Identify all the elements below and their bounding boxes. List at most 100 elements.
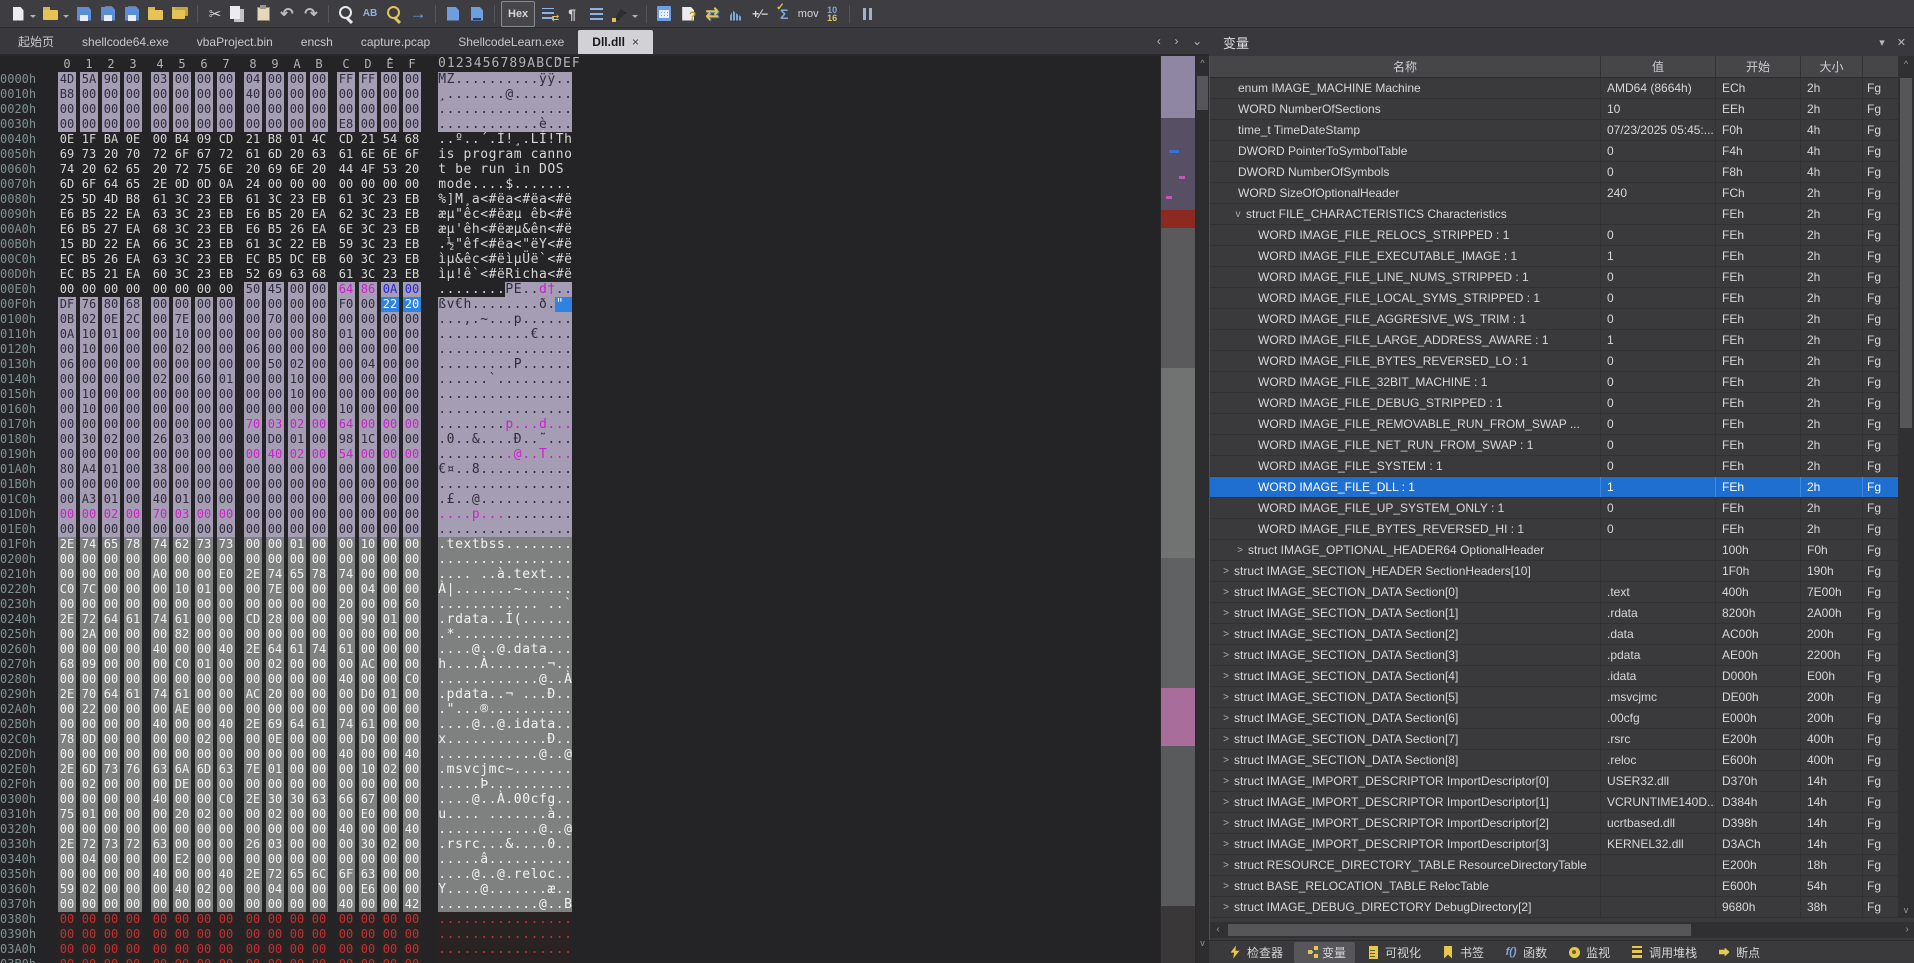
hex-byte[interactable]: A4 — [80, 462, 98, 477]
ascii-char[interactable]: . — [472, 582, 480, 597]
hex-byte[interactable]: 2E — [58, 537, 76, 552]
hex-byte[interactable]: 7C — [80, 582, 98, 597]
hex-byte[interactable]: 00 — [124, 432, 142, 447]
hex-byte[interactable]: 3C — [359, 222, 377, 237]
hex-byte[interactable]: 00 — [102, 927, 120, 942]
ascii-column[interactable]: ........PE..d†.. — [438, 282, 572, 297]
ascii-char[interactable]: . — [514, 87, 522, 102]
hex-byte[interactable]: 00 — [173, 567, 191, 582]
ascii-char[interactable]: . — [530, 402, 538, 417]
ascii-char[interactable]: . — [539, 807, 547, 822]
hex-byte[interactable]: 00 — [288, 837, 306, 852]
hex-byte[interactable]: 00 — [310, 387, 328, 402]
hex-byte[interactable]: 40 — [217, 867, 235, 882]
hex-byte[interactable]: 00 — [217, 702, 235, 717]
ascii-char[interactable]: . — [446, 282, 454, 297]
hex-byte[interactable]: 00 — [195, 72, 213, 87]
hex-byte[interactable]: 44 — [337, 162, 355, 177]
hex-byte[interactable]: C0 — [217, 792, 235, 807]
hex-byte[interactable]: 00 — [244, 657, 262, 672]
ascii-char[interactable]: . — [488, 522, 496, 537]
ascii-char[interactable]: a — [463, 687, 471, 702]
hex-byte[interactable]: 00 — [195, 297, 213, 312]
var-size-cell[interactable]: 2h — [1801, 456, 1863, 476]
hex-byte[interactable]: 00 — [266, 927, 284, 942]
hex-byte[interactable]: 00 — [102, 417, 120, 432]
var-row[interactable]: WORD IMAGE_FILE_DLL : 11FEh2hFg — [1210, 477, 1899, 498]
hex-byte[interactable]: 00 — [310, 627, 328, 642]
hex-byte[interactable]: 00 — [195, 567, 213, 582]
hex-byte[interactable]: 00 — [288, 177, 306, 192]
hex-byte[interactable]: EB — [310, 237, 328, 252]
hex-byte[interactable]: 00 — [58, 597, 76, 612]
var-name-cell[interactable]: time_t TimeDateStamp — [1210, 120, 1601, 140]
hex-byte[interactable]: 61 — [151, 192, 169, 207]
ascii-char[interactable]: . — [547, 642, 555, 657]
hex-byte[interactable]: 00 — [173, 282, 191, 297]
hex-byte[interactable]: 00 — [195, 942, 213, 957]
hex-row[interactable]: 0260h00000000400000402E64617461000000...… — [0, 642, 1160, 657]
hex-byte[interactable]: 00 — [403, 372, 421, 387]
ascii-char[interactable]: . — [514, 507, 522, 522]
hex-byte[interactable]: 72 — [266, 867, 284, 882]
hex-byte[interactable]: 04 — [80, 852, 98, 867]
hex-byte[interactable]: 00 — [381, 657, 399, 672]
ascii-char[interactable]: . — [564, 567, 572, 582]
ascii-char[interactable]: h — [564, 132, 572, 147]
ascii-char[interactable]: d — [455, 612, 463, 627]
ascii-char[interactable]: # — [488, 252, 496, 267]
hex-byte[interactable]: 00 — [244, 492, 262, 507]
ascii-char[interactable]: ¸ — [463, 192, 471, 207]
hex-byte[interactable]: 00 — [403, 762, 421, 777]
ascii-char[interactable]: t — [472, 537, 480, 552]
hex-byte[interactable]: 00 — [102, 552, 120, 567]
hex-byte[interactable]: 0E — [102, 312, 120, 327]
ascii-column[interactable]: ìµ&êc<#ëìµÜë`<#ë — [438, 252, 572, 267]
var-row[interactable]: enum IMAGE_MACHINE MachineAMD64 (8664h)E… — [1210, 78, 1899, 99]
ascii-char[interactable]: . — [505, 462, 513, 477]
ascii-char[interactable]: d — [522, 717, 530, 732]
ascii-char[interactable]: ê — [530, 222, 538, 237]
ascii-char[interactable]: . — [505, 372, 513, 387]
hex-byte[interactable]: 00 — [381, 627, 399, 642]
ascii-char[interactable] — [539, 597, 547, 612]
hex-byte[interactable]: 00 — [195, 897, 213, 912]
var-start-cell[interactable]: FEh — [1716, 414, 1801, 434]
ascii-char[interactable]: . — [446, 402, 454, 417]
ascii-char[interactable]: . — [539, 387, 547, 402]
hex-byte[interactable]: 66 — [151, 237, 169, 252]
hex-byte[interactable]: 00 — [403, 537, 421, 552]
var-size-cell[interactable]: 2A00h — [1801, 603, 1863, 623]
ascii-char[interactable]: . — [564, 117, 572, 132]
var-size-cell[interactable]: 200h — [1801, 708, 1863, 728]
var-value-cell[interactable] — [1601, 855, 1716, 875]
ascii-char[interactable]: ë — [530, 192, 538, 207]
ascii-column[interactable]: .....â.......... — [438, 852, 572, 867]
hex-byte[interactable]: 00 — [151, 552, 169, 567]
hex-byte[interactable]: D0 — [359, 687, 377, 702]
hex-byte[interactable]: 03 — [266, 837, 284, 852]
ascii-char[interactable]: . — [438, 357, 446, 372]
hex-byte[interactable]: 00 — [337, 312, 355, 327]
ascii-char[interactable]: . — [505, 582, 513, 597]
hex-byte[interactable]: 00 — [102, 897, 120, 912]
ascii-char[interactable]: . — [539, 777, 547, 792]
hex-byte[interactable]: 00 — [58, 792, 76, 807]
hex-byte[interactable]: 00 — [151, 477, 169, 492]
hex-byte[interactable]: 01 — [381, 612, 399, 627]
hex-byte[interactable]: 00 — [173, 927, 191, 942]
hex-byte[interactable]: B8 — [266, 132, 284, 147]
ascii-char[interactable]: ` — [539, 252, 547, 267]
ascii-column[interactable]: ................ — [438, 387, 572, 402]
ascii-char[interactable]: . — [488, 582, 496, 597]
hex-byte[interactable]: E6 — [58, 207, 76, 222]
ascii-char[interactable]: Y — [438, 882, 446, 897]
hex-byte[interactable]: 00 — [381, 582, 399, 597]
ascii-char[interactable]: . — [555, 627, 563, 642]
ascii-column[interactable]: %]M¸a<#ëa<#ëa<#ë — [438, 192, 572, 207]
hex-byte[interactable]: 3C — [359, 192, 377, 207]
hex-byte[interactable]: 45 — [266, 282, 284, 297]
hex-byte[interactable]: 00 — [337, 357, 355, 372]
ascii-char[interactable]: . — [514, 747, 522, 762]
ascii-char[interactable]: @ — [514, 447, 522, 462]
